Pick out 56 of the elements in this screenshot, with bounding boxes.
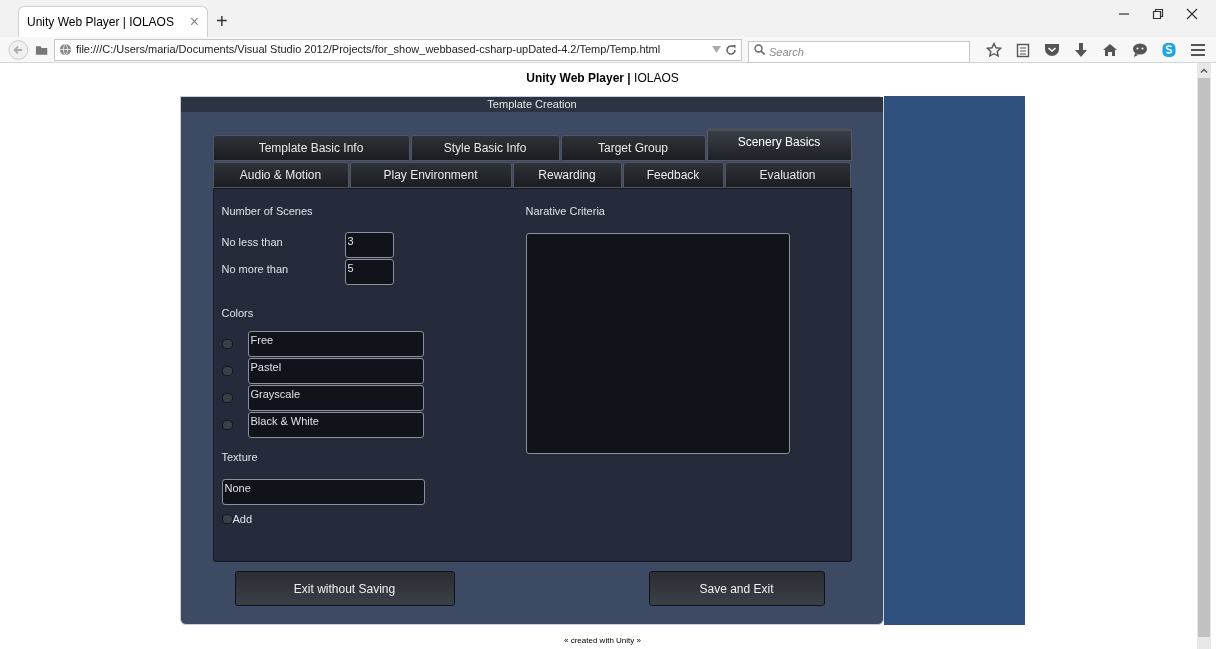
tab[interactable]: Target Group xyxy=(560,135,706,161)
browser-tab[interactable]: Unity Web Player | IOLAOS × xyxy=(18,6,208,37)
color-option-field[interactable]: Free xyxy=(247,331,424,357)
radio-button[interactable] xyxy=(221,514,233,524)
folder-icon xyxy=(34,43,48,56)
color-option-field[interactable]: Grayscale xyxy=(247,385,424,411)
field-label: No less than xyxy=(221,235,284,249)
tab[interactable]: Rewarding xyxy=(512,162,622,188)
number-field[interactable]: 3 xyxy=(344,232,394,258)
skype-icon[interactable] xyxy=(1162,41,1176,58)
section-label: Colors xyxy=(221,306,254,320)
globe-icon xyxy=(58,43,72,56)
star-icon[interactable] xyxy=(986,41,1002,58)
checkbox-label: Add xyxy=(232,512,253,526)
search-icon xyxy=(754,43,765,55)
dialog-title: Template Creation xyxy=(181,97,883,112)
field-label: No more than xyxy=(221,262,290,276)
clipboard-icon[interactable] xyxy=(1016,41,1030,58)
search-field[interactable]: Search xyxy=(748,40,970,63)
tab[interactable]: Evaluation xyxy=(724,162,851,188)
pocket-icon[interactable] xyxy=(1044,42,1060,57)
scrollbar[interactable] xyxy=(1197,63,1211,649)
address-bar[interactable]: file:///C:/Users/maria/Documents/Visual Studio 2012/Projects/for_show_webbased-csharp-upDated-4.2/Temp/Temp.html xyxy=(53,38,742,61)
footer-text: « created with Unity » xyxy=(564,635,641,647)
chat-icon[interactable] xyxy=(1132,42,1148,57)
restore-icon[interactable] xyxy=(1152,8,1164,20)
tab[interactable]: Audio & Motion xyxy=(212,162,349,188)
number-field[interactable]: 5 xyxy=(344,259,394,285)
url-text: file:///C:/Users/maria/Documents/Visual Studio 2012/Projects/for_show_webbased-csharp-upDated-4.2/Temp/Temp.html xyxy=(75,42,662,58)
texture-field[interactable]: None xyxy=(221,479,425,505)
dialog-button[interactable]: Exit without Saving xyxy=(234,571,455,606)
color-option-field[interactable]: Black & White xyxy=(247,412,424,438)
radio-button[interactable] xyxy=(221,365,233,376)
reload-icon[interactable] xyxy=(725,43,737,56)
radio-button[interactable] xyxy=(221,338,233,349)
radio-button[interactable] xyxy=(221,392,233,403)
radio-button[interactable] xyxy=(221,419,233,430)
section-label: Narative Criteria xyxy=(525,204,605,218)
scroll-up-icon[interactable] xyxy=(1200,68,1208,73)
section-label: Texture xyxy=(221,450,258,464)
tab[interactable]: Feedback xyxy=(622,162,724,188)
dialog-button[interactable]: Save and Exit xyxy=(648,571,825,606)
close-icon[interactable] xyxy=(1186,8,1198,20)
home-icon[interactable] xyxy=(1102,42,1118,57)
menu-icon[interactable] xyxy=(1190,42,1206,57)
download-icon[interactable] xyxy=(1074,41,1088,58)
tab[interactable]: Play Environment xyxy=(349,162,512,188)
tab[interactable]: Template Basic Info xyxy=(212,135,410,161)
tab[interactable]: Style Basic Info xyxy=(410,135,560,161)
page-header: Unity Web Player | IOLAOS xyxy=(526,71,679,85)
tab[interactable]: Scenery Basics xyxy=(706,128,852,161)
close-tab-button[interactable]: × xyxy=(189,14,199,30)
new-tab-button[interactable]: + xyxy=(216,11,228,31)
tab-title: Unity Web Player | IOLAOS xyxy=(27,14,174,31)
section-label: Number of Scenes xyxy=(221,204,313,218)
color-option-field[interactable]: Pastel xyxy=(247,358,424,384)
